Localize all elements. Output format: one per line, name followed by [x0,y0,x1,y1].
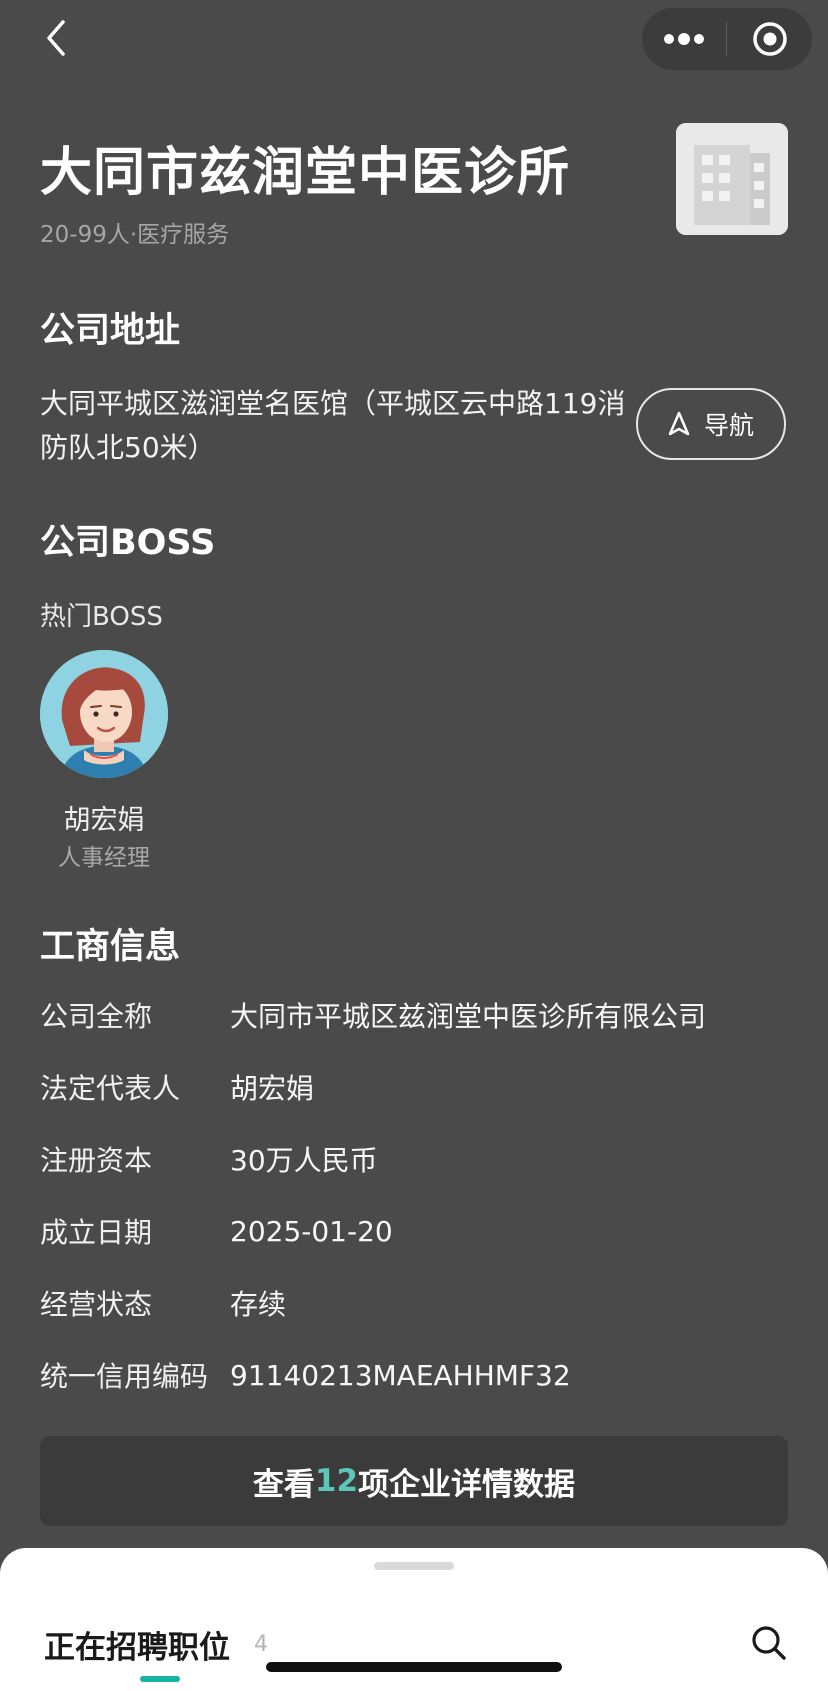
more-button[interactable] [642,8,726,70]
navigate-label: 导航 [703,411,754,440]
info-row-full-name: 公司全称 大同市平城区兹润堂中医诊所有限公司 [40,995,800,1035]
hiring-positions-count: 4 [254,1632,268,1657]
navigation-arrow-icon [668,411,690,436]
info-row-capital: 注册资本 30万人民币 [40,1139,800,1179]
chevron-left-icon [47,20,65,56]
info-key: 统一信用编码 [40,1360,209,1393]
company-meta: 20-99人·医疗服务 [40,222,230,248]
search-icon [752,1626,786,1660]
boss-avatar[interactable] [40,650,168,778]
info-value: 30万人民币 [230,1144,378,1177]
avatar-illustration [40,650,168,778]
info-key: 成立日期 [40,1216,153,1249]
boss-role: 人事经理 [58,845,150,871]
target-circle-icon [752,22,787,56]
home-indicator[interactable] [266,1662,562,1672]
back-button[interactable] [34,16,78,60]
tab-active-indicator [140,1676,180,1682]
more-dots-icon [664,33,704,45]
info-row-founded: 成立日期 2025-01-20 [40,1211,800,1251]
address-text: 大同平城区滋润堂名医馆（平城区云中路119消防队北50米） [40,387,626,464]
info-value: 存续 [230,1288,287,1321]
search-button[interactable] [746,1620,792,1666]
info-row-credit-code: 统一信用编码 91140213MAEAHHMF32 [40,1355,800,1395]
boss-name: 胡宏娟 [63,805,145,836]
info-value: 91140213MAEAHHMF32 [230,1358,571,1392]
detail-suffix: 项企业详情数据 [358,1466,576,1503]
tab-hiring-positions[interactable]: 正在招聘职位 [44,1622,230,1667]
info-value: 大同市平城区兹润堂中医诊所有限公司 [230,1000,707,1033]
info-key: 注册资本 [40,1144,153,1177]
close-mini-program-button[interactable] [727,8,812,70]
company-name: 大同市兹润堂中医诊所 [40,143,571,203]
view-details-button[interactable]: 查看 12 项企业详情数据 [40,1436,788,1526]
info-value: 2025-01-20 [230,1214,393,1248]
business-info-heading: 工商信息 [40,927,181,967]
info-key: 公司全称 [40,1000,153,1033]
info-key: 经营状态 [40,1288,153,1321]
building-icon [676,123,788,235]
info-key: 法定代表人 [40,1072,181,1105]
detail-count: 12 [314,1463,359,1499]
hot-boss-label: 热门BOSS [40,602,163,632]
info-row-status: 经营状态 存续 [40,1283,800,1323]
address-heading: 公司地址 [40,311,181,351]
info-row-legal-rep: 法定代表人 胡宏娟 [40,1067,800,1107]
boss-heading: 公司BOSS [40,523,216,563]
detail-prefix: 查看 [252,1466,315,1503]
company-logo [676,123,788,235]
mini-program-capsule [642,8,812,70]
info-value: 胡宏娟 [230,1072,315,1105]
sheet-drag-handle[interactable] [374,1562,454,1570]
navigate-button[interactable]: 导航 [636,388,786,460]
